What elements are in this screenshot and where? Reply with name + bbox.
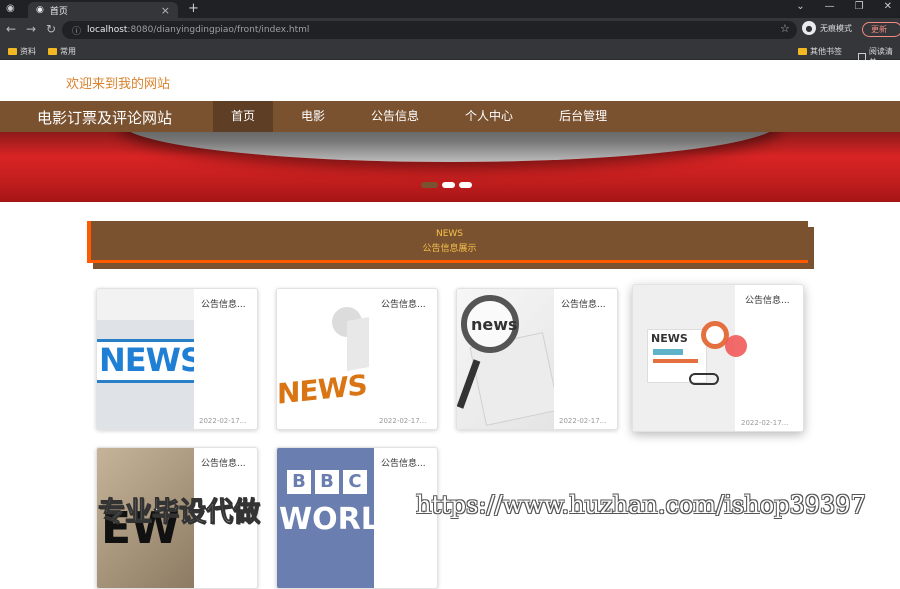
card-title: 公告信息... [381,300,426,310]
browser-tab-title: 首页 [49,6,68,17]
news-card[interactable]: NEWS 公告信息... 2022-02-17... [96,288,258,430]
update-label: 更新 [871,25,887,34]
thumb-text: NEWS [651,332,688,345]
carousel-dots [421,182,472,188]
reload-icon[interactable]: ↻ [46,22,56,36]
thumb-line [653,359,698,363]
forward-icon[interactable]: → [26,22,36,36]
card-title: 公告信息... [381,459,426,469]
carousel-dot[interactable] [459,182,472,188]
banner-carousel[interactable] [0,132,900,202]
thumb-logo: B B C [287,470,367,494]
back-icon[interactable]: ← [6,22,16,36]
bookmark-folder[interactable]: 其他书签 [798,46,842,57]
thumb-text: NEWS [99,341,194,379]
card-title: 公告信息... [201,459,246,469]
bookmark-label: 常用 [60,47,76,56]
window-controls: ⌄ — ❐ ✕ [796,1,892,12]
welcome-text: 欢迎来到我的网站 [66,77,171,92]
thumb-paper [347,317,369,371]
update-button[interactable]: 更新 [862,22,900,37]
bookmark-label: 资料 [20,47,36,56]
thumb-letter: C [343,470,367,494]
glasses-icon [689,373,719,385]
close-window-icon[interactable]: ✕ [884,1,892,12]
browser-tab-strip: ◉ ◉ 首页 × + ⌄ — ❐ ✕ [0,0,900,18]
card-title: 公告信息... [745,296,790,306]
news-thumbnail: B B C WORLD [277,448,374,588]
close-icon[interactable]: × [161,4,170,17]
news-card[interactable]: NEWS 公告信息... 2022-02-17... [276,288,438,430]
incognito-profile[interactable]: ● 无痕模式 [802,21,852,35]
nav-item-profile[interactable]: 个人中心 [447,101,531,132]
thumb-letter: B [315,470,339,494]
url-path: :8080/dianyingdingpiao/front/index.html [127,25,310,35]
news-thumbnail: NEWS [97,289,194,429]
profile-label: 无痕模式 [820,23,852,33]
news-thumbnail: news [457,289,554,429]
page-content: 欢迎来到我的网站 电影订票及评论网站 首页 电影 公告信息 个人中心 后台管理 … [0,60,900,589]
bookmark-folder[interactable]: 常用 [48,46,76,57]
globe-icon[interactable]: ◉ [6,3,15,14]
thumb-text: WORLD [279,502,374,537]
thumb-line [653,349,683,355]
minimize-icon[interactable]: — [825,1,835,12]
main-navbar: 电影订票及评论网站 首页 电影 公告信息 个人中心 后台管理 [0,101,900,132]
news-section-header: NEWS 公告信息展示 [87,221,808,263]
bookmark-label: 其他书签 [810,47,842,56]
nav-menu: 首页 电影 公告信息 个人中心 后台管理 [213,101,635,132]
watermark-text: 专业毕设代做 [98,497,261,529]
bookmark-folder[interactable]: 资料 [8,46,36,57]
mouse-cursor-highlight [725,335,747,357]
card-title: 公告信息... [561,300,606,310]
nav-item-announcements[interactable]: 公告信息 [353,101,437,132]
nav-item-home[interactable]: 首页 [213,101,274,132]
folder-icon [798,48,807,55]
card-date: 2022-02-17... [199,417,247,425]
url-host: localhost [87,25,128,35]
card-date: 2022-02-17... [559,417,607,425]
news-card[interactable]: news 公告信息... 2022-02-17... [456,288,618,430]
banner-image [120,132,780,162]
new-tab-icon[interactable]: + [188,1,199,16]
info-icon[interactable]: ⓘ [72,24,81,37]
bookmarks-bar: 资料 常用 其他书签 阅读清单 [0,42,900,67]
thumb-text: news [471,315,518,334]
star-icon[interactable]: ☆ [780,22,790,35]
news-thumbnail: NEWS [277,289,374,429]
incognito-icon: ● [802,21,816,35]
news-thumbnail: NEWS [633,285,735,431]
thumb-text: NEWS [277,368,367,411]
news-title-cn: 公告信息展示 [422,244,477,254]
folder-icon [8,48,17,55]
globe-icon: ◉ [36,5,44,15]
card-date: 2022-02-17... [741,419,789,427]
address-bar[interactable]: ⓘ localhost :8080/dianyingdingpiao/front… [62,21,797,39]
site-brand[interactable]: 电影订票及评论网站 [37,107,172,128]
carousel-dot[interactable] [442,182,455,188]
thumb-letter: B [287,470,311,494]
news-title-en: NEWS [435,229,464,239]
watermark-url: https://www.huzhan.com/ishop39397 [416,491,866,519]
chevron-down-icon[interactable]: ⌄ [796,1,804,12]
news-card-hovered[interactable]: NEWS 公告信息... 2022-02-17... [632,284,804,432]
card-date: 2022-02-17... [379,417,427,425]
news-card[interactable]: B B C WORLD 公告信息... [276,447,438,589]
browser-tab-active[interactable]: ◉ 首页 × [28,2,178,18]
card-title: 公告信息... [201,300,246,310]
restore-icon[interactable]: ❐ [855,1,864,12]
nav-item-movies[interactable]: 电影 [283,101,343,132]
nav-item-admin[interactable]: 后台管理 [541,101,625,132]
folder-icon [48,48,57,55]
browser-toolbar: ← → ↻ ⓘ localhost :8080/dianyingdingpiao… [0,18,900,42]
carousel-dot[interactable] [421,182,438,188]
